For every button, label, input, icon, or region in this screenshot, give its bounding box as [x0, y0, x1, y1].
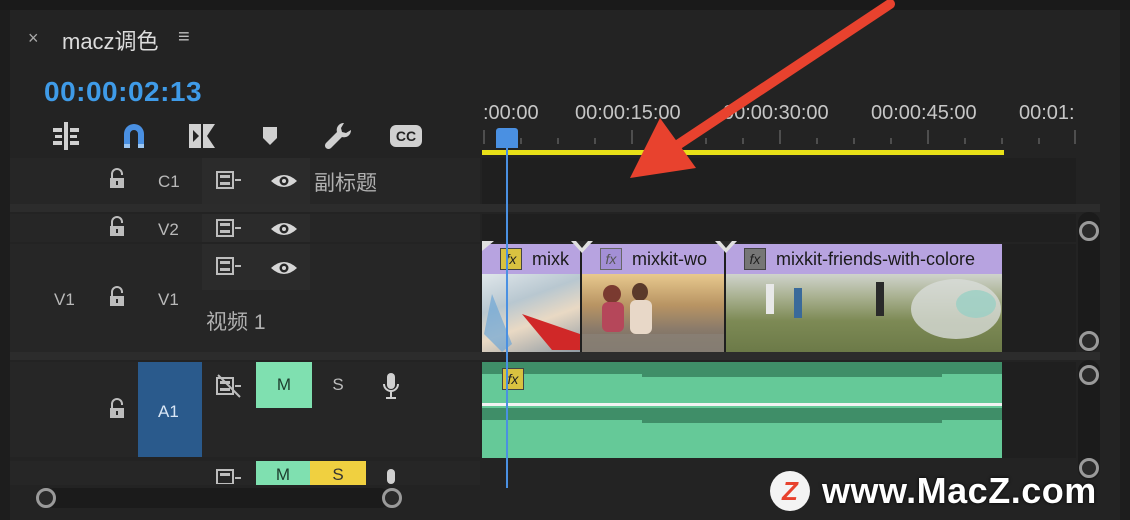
scroll-handle[interactable] [1079, 221, 1099, 241]
sync-lock-icon[interactable] [216, 468, 242, 484]
clip-edge-marker [482, 241, 494, 251]
sync-lock-icon[interactable] [216, 256, 242, 276]
clip-thumbnail [726, 274, 1002, 352]
sync-lock-icon[interactable] [216, 170, 242, 190]
video-clip[interactable]: fx mixk [482, 244, 580, 352]
toggle-track-output-eye-icon[interactable] [270, 259, 298, 277]
sync-lock-icon[interactable] [216, 218, 242, 238]
insert-edit-icon[interactable] [48, 118, 84, 154]
lock-track-icon[interactable] [108, 168, 126, 190]
lock-track-icon[interactable] [108, 398, 126, 420]
solo-track-button[interactable]: S [312, 362, 364, 408]
track-label-v1: 视频 1 [206, 311, 266, 334]
annotation-arrow-icon [630, 0, 895, 178]
clip-thumbnail [482, 274, 580, 352]
voice-over-record-mic-icon[interactable] [382, 372, 400, 400]
lock-track-icon[interactable] [108, 286, 126, 308]
track-header-a1 [10, 362, 480, 457]
mute-track-button[interactable]: M [256, 362, 312, 408]
voice-over-record-mic-icon[interactable] [382, 468, 400, 484]
watermark-logo-letter: Z [782, 475, 798, 506]
playhead-timecode[interactable]: 00:00:02:13 [44, 76, 202, 108]
panel-menu-icon[interactable]: ≡ [178, 26, 190, 49]
clip-name: mixk [532, 248, 569, 269]
audio-waveform [482, 362, 1002, 423]
watermark: Z www.MacZ.com [770, 470, 1097, 512]
scroll-handle-left[interactable] [36, 488, 56, 508]
clip-name: mixkit-wo [632, 248, 707, 269]
watermark-text: www.MacZ.com [822, 470, 1097, 511]
fx-badge-icon: fx [500, 248, 522, 270]
toggle-track-output-eye-icon[interactable] [270, 220, 298, 238]
scroll-handle[interactable] [1079, 365, 1099, 385]
playhead-handle[interactable] [496, 128, 518, 148]
lock-track-icon[interactable] [108, 216, 126, 238]
track-name-a1[interactable]: A1 [158, 402, 179, 422]
captions-cc-icon[interactable]: CC [388, 118, 424, 154]
solo-track-button[interactable]: S [310, 461, 366, 485]
transition-marker[interactable] [715, 241, 737, 253]
track-name-v2[interactable]: V2 [158, 220, 179, 240]
track-label-c1: 副标题 [314, 172, 377, 195]
cc-label: CC [390, 125, 422, 147]
fx-badge-icon: fx [600, 248, 622, 270]
watermark-logo-icon: Z [770, 471, 810, 511]
sequence-tab-title[interactable]: macz调色 [62, 24, 159, 56]
transition-marker[interactable] [571, 241, 593, 253]
source-patch-v1[interactable]: V1 [54, 290, 75, 310]
scroll-handle[interactable] [1079, 331, 1099, 351]
add-marker-icon[interactable] [252, 118, 288, 154]
wrench-settings-icon[interactable] [320, 118, 356, 154]
playhead-line[interactable] [506, 148, 508, 488]
clip-name: mixkit-friends-with-colore [776, 248, 976, 269]
window-top-strip [0, 0, 1130, 10]
track-name-v1[interactable]: V1 [158, 290, 179, 310]
horizontal-scrollbar[interactable] [44, 488, 390, 508]
ruler-label: 00:01: [1019, 102, 1075, 124]
video-clip[interactable]: fx mixkit-wo [582, 244, 724, 352]
track-header-a2 [10, 461, 480, 485]
sync-lock-off-icon[interactable] [216, 374, 244, 398]
audio-clip[interactable]: fx [482, 362, 1002, 458]
video-clip[interactable]: fx mixkit-friends-with-colore [726, 244, 1002, 352]
fx-badge-icon: fx [744, 248, 766, 270]
ruler-label: :00:00 [483, 102, 539, 124]
track-separator [10, 352, 1100, 360]
snap-magnet-icon[interactable] [116, 118, 152, 154]
close-tab-icon[interactable]: × [28, 28, 44, 48]
toggle-track-output-eye-icon[interactable] [270, 172, 298, 190]
scroll-handle-right[interactable] [382, 488, 402, 508]
audio-channel-divider [482, 403, 1002, 406]
mute-track-button[interactable]: M [256, 461, 310, 485]
track-name-c1[interactable]: C1 [158, 172, 180, 192]
track-area-v2[interactable] [482, 214, 1076, 242]
linked-selection-icon[interactable] [184, 118, 220, 154]
clip-thumbnail [582, 274, 724, 352]
track-separator [10, 204, 1100, 212]
